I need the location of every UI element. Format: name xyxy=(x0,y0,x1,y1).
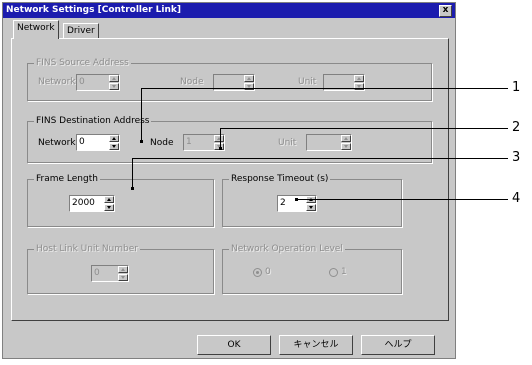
callout-2-number: 2 xyxy=(512,120,521,135)
spin-down-icon[interactable] xyxy=(118,274,128,281)
spin-down-icon[interactable] xyxy=(306,204,316,211)
level-1-radio[interactable] xyxy=(329,268,338,277)
source-unit-label: Unit xyxy=(298,77,317,87)
destination-network-field[interactable]: 0 xyxy=(76,134,120,151)
network-operation-level-group: Network Operation Level 0 1 xyxy=(222,243,402,294)
host-link-unit-field[interactable]: 0 xyxy=(91,265,129,282)
callout-1-line xyxy=(141,88,508,89)
network-operation-level-legend: Network Operation Level xyxy=(229,243,345,255)
close-button[interactable]: x xyxy=(439,5,452,17)
ok-button[interactable]: OK xyxy=(197,335,271,355)
frame-length-legend: Frame Length xyxy=(34,173,100,185)
host-link-unit-value: 0 xyxy=(94,268,100,278)
destination-unit-field[interactable] xyxy=(306,134,352,151)
host-link-unit-spinner[interactable] xyxy=(118,266,128,281)
spin-up-icon[interactable] xyxy=(118,266,128,273)
callout-3-line xyxy=(132,158,508,159)
destination-node-value: 1 xyxy=(186,137,192,147)
spin-up-icon[interactable] xyxy=(104,196,114,203)
spin-up-icon[interactable] xyxy=(341,135,351,142)
close-icon: x xyxy=(442,5,449,15)
frame-length-group: Frame Length 2000 xyxy=(27,173,214,227)
destination-network-label: Network xyxy=(38,138,76,148)
fins-destination-legend: FINS Destination Address xyxy=(34,115,152,127)
spin-down-icon[interactable] xyxy=(109,143,119,150)
destination-network-spinner[interactable] xyxy=(109,135,119,150)
host-link-unit-group: Host Link Unit Number 0 xyxy=(27,243,214,294)
callout-2-line xyxy=(220,128,508,129)
spin-up-icon[interactable] xyxy=(214,135,224,142)
help-button[interactable]: ヘルプ xyxy=(361,335,435,355)
host-link-unit-legend: Host Link Unit Number xyxy=(34,243,140,255)
callout-4-number: 4 xyxy=(512,191,521,206)
source-network-value: 0 xyxy=(79,77,85,87)
source-network-label: Network xyxy=(38,77,76,87)
tab-driver[interactable]: Driver xyxy=(63,23,99,39)
callout-4-line xyxy=(296,199,508,200)
frame-length-spinner[interactable] xyxy=(104,196,114,211)
response-timeout-group: Response Timeout (s) 2 xyxy=(222,173,402,227)
title-bar: Network Settings [Controller Link] x xyxy=(3,3,455,18)
response-timeout-value: 2 xyxy=(280,198,286,208)
callout-3-number: 3 xyxy=(512,150,521,165)
spin-down-icon[interactable] xyxy=(104,204,114,211)
level-0-label: 0 xyxy=(265,267,271,277)
tab-panel: FINS Source Address Network 0 Node Unit … xyxy=(11,38,449,321)
callout-1-line-vertical xyxy=(141,88,142,142)
frame-length-field[interactable]: 2000 xyxy=(69,195,115,212)
spin-up-icon[interactable] xyxy=(109,135,119,142)
dialog-title: Network Settings [Controller Link] xyxy=(6,5,182,15)
destination-unit-label: Unit xyxy=(278,138,297,148)
fins-source-legend: FINS Source Address xyxy=(34,57,131,69)
callout-2-line-vertical xyxy=(220,128,221,149)
source-network-spinner[interactable] xyxy=(109,75,119,90)
cancel-button[interactable]: キャンセル xyxy=(279,335,353,355)
fins-source-group: FINS Source Address Network 0 Node Unit xyxy=(27,57,432,101)
spin-down-icon[interactable] xyxy=(109,83,119,90)
level-0-radio[interactable] xyxy=(253,268,262,277)
tab-network[interactable]: Network xyxy=(13,20,59,39)
destination-node-label: Node xyxy=(150,138,174,148)
spin-down-icon[interactable] xyxy=(341,143,351,150)
spin-up-icon[interactable] xyxy=(109,75,119,82)
source-network-field[interactable]: 0 xyxy=(76,74,120,91)
network-settings-dialog: Network Settings [Controller Link] x Net… xyxy=(2,2,456,359)
spin-up-icon[interactable] xyxy=(354,75,364,82)
response-timeout-legend: Response Timeout (s) xyxy=(229,173,331,185)
frame-length-value: 2000 xyxy=(72,198,95,208)
level-1-label: 1 xyxy=(341,267,347,277)
callout-1-number: 1 xyxy=(512,80,521,95)
source-node-label: Node xyxy=(180,77,204,87)
callout-3-line-vertical xyxy=(132,158,133,189)
spin-up-icon[interactable] xyxy=(244,75,254,82)
destination-unit-spinner[interactable] xyxy=(341,135,351,150)
destination-network-value: 0 xyxy=(79,137,85,147)
